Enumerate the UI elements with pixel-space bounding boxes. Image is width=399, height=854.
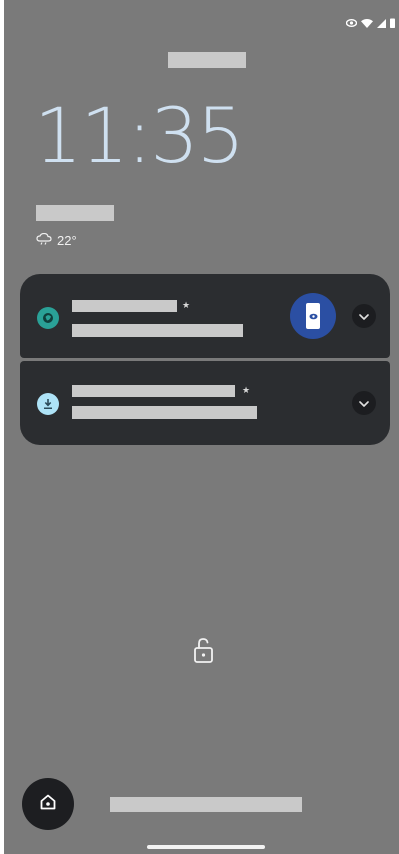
gesture-navigation-handle[interactable] — [147, 845, 265, 849]
star-icon: ★ — [242, 385, 251, 395]
star-icon: ★ — [182, 300, 191, 310]
redacted-notification-title — [72, 385, 235, 397]
redacted-bottom-text — [110, 797, 302, 812]
home-icon — [39, 793, 57, 816]
redacted-notification-body — [72, 324, 243, 337]
chevron-down-icon — [359, 394, 369, 412]
clock-time: 11:35 — [34, 91, 245, 180]
redacted-date-text — [36, 205, 114, 221]
cell-signal-icon — [377, 18, 386, 28]
notification-thumbnail — [290, 293, 336, 339]
chevron-down-icon — [359, 307, 369, 325]
lock-screen: 11:35 22° ★ ★ — [0, 0, 399, 854]
unlock-icon — [192, 636, 216, 669]
expand-notification-button[interactable] — [352, 391, 376, 415]
redacted-header-text — [168, 52, 246, 68]
eye-icon — [346, 19, 357, 27]
status-bar — [346, 18, 395, 28]
expand-notification-button[interactable] — [352, 304, 376, 328]
redacted-notification-title — [72, 300, 177, 312]
weather-widget[interactable]: 22° — [36, 232, 77, 248]
app-circle-icon — [37, 307, 59, 329]
cloud-rain-icon — [36, 232, 52, 248]
battery-icon — [390, 18, 395, 28]
download-icon — [37, 393, 59, 415]
notification-card[interactable]: ★ — [20, 361, 390, 445]
home-shortcut-button[interactable] — [22, 778, 74, 830]
notification-card[interactable]: ★ — [20, 274, 390, 358]
notification-stack: ★ ★ — [20, 274, 390, 445]
screen-edge — [0, 0, 4, 854]
weather-temperature: 22° — [57, 233, 77, 248]
wifi-icon — [361, 18, 373, 28]
redacted-notification-body — [72, 406, 257, 419]
